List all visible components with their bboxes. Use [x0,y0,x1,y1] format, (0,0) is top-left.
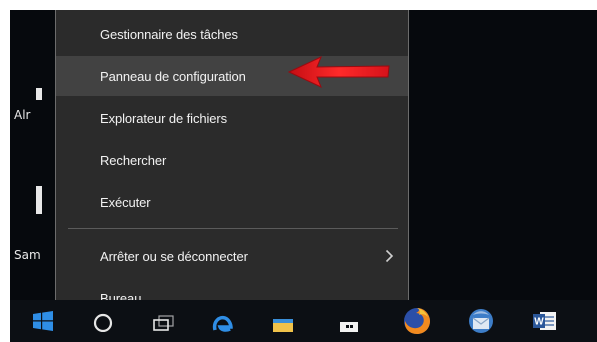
menu-item-label: Exécuter [100,194,151,210]
taskbar: W [10,300,597,342]
desktop-icon-2[interactable]: Sam [10,186,50,262]
svg-text:W: W [534,317,544,328]
menu-item-run[interactable]: Exécuter [56,182,408,222]
chevron-right-icon [385,249,394,263]
menu-item-label: Gestionnaire des tâches [100,26,238,42]
task-view-icon[interactable] [148,306,178,336]
firefox-icon[interactable] [402,306,432,336]
menu-item-shutdown-signout[interactable]: Arrêter ou se déconnecter [56,236,408,276]
desktop-icon-label: Alr [14,108,31,122]
menu-item-file-explorer[interactable]: Explorateur de fichiers [56,98,408,138]
desktop-icon-label: Sam [14,248,41,262]
edge-browser-icon[interactable] [208,306,238,336]
menu-item-label: Explorateur de fichiers [100,110,228,126]
menu-separator [68,228,398,229]
word-icon[interactable]: W [530,306,560,336]
menu-item-label: Panneau de configuration [100,68,246,84]
menu-item-label: Rechercher [100,152,167,168]
desktop-shortcut-icon [36,186,42,214]
menu-item-task-manager[interactable]: Gestionnaire des tâches [56,14,408,54]
windows-start-icon[interactable] [28,306,58,336]
thunderbird-icon[interactable] [466,306,496,336]
desktop-shortcut-icon [36,88,42,100]
red-arrow-icon [287,56,390,88]
menu-item-search[interactable]: Rechercher [56,140,408,180]
desktop-icon-1[interactable]: Alr [10,70,50,130]
cortana-search-icon[interactable] [88,306,118,336]
file-explorer-icon[interactable] [268,306,298,336]
menu-item-label: Arrêter ou se déconnecter [100,248,248,264]
store-icon[interactable] [334,306,364,336]
